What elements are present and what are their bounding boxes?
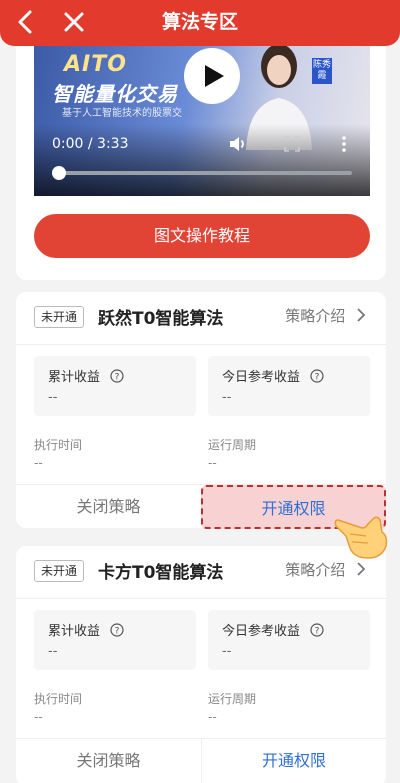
strategy-intro-link[interactable]: 策略介绍 bbox=[285, 559, 366, 580]
action-row: 关闭策略 开通权限 bbox=[16, 738, 386, 783]
cumulative-return-label: 累计收益 bbox=[48, 624, 101, 639]
video-controls-gradient bbox=[34, 124, 370, 196]
svg-text:?: ? bbox=[115, 373, 120, 383]
execution-time-label: 执行时间 bbox=[34, 692, 83, 706]
close-strategy-button[interactable]: 关闭策略 bbox=[16, 739, 201, 783]
cumulative-return-box: 累计收益 ? -- bbox=[34, 610, 196, 670]
help-icon[interactable]: ? bbox=[110, 369, 124, 383]
presenter-tag: 陈秀霞 bbox=[312, 58, 332, 84]
execution-time-value: -- bbox=[34, 710, 43, 724]
cumulative-return-value: -- bbox=[48, 390, 58, 405]
run-cycle-label: 运行周期 bbox=[208, 438, 257, 452]
algorithm-card: 未开通 卡方T0智能算法 策略介绍 累计收益 ? -- 今日参考收益 ? -- … bbox=[16, 546, 386, 783]
tutorial-button[interactable]: 图文操作教程 bbox=[34, 214, 370, 258]
help-icon[interactable]: ? bbox=[110, 623, 124, 637]
cumulative-return-box: 累计收益 ? -- bbox=[34, 356, 196, 416]
run-cycle-value: -- bbox=[208, 710, 217, 724]
close-strategy-button[interactable]: 关闭策略 bbox=[16, 485, 201, 529]
chevron-right-icon bbox=[357, 308, 366, 322]
run-cycle-value: -- bbox=[208, 456, 217, 470]
strategy-intro-link[interactable]: 策略介绍 bbox=[285, 305, 366, 326]
svg-text:?: ? bbox=[115, 627, 120, 637]
strategy-intro-label: 策略介绍 bbox=[285, 561, 346, 579]
chevron-right-icon bbox=[357, 562, 366, 576]
execution-time-label: 执行时间 bbox=[34, 438, 83, 452]
algorithm-card: 未开通 跃然T0智能算法 策略介绍 累计收益 ? -- 今日参考收益 ? -- … bbox=[16, 292, 386, 529]
progress-track[interactable] bbox=[60, 171, 352, 175]
svg-text:?: ? bbox=[315, 627, 320, 637]
today-return-value: -- bbox=[222, 644, 232, 659]
status-badge: 未开通 bbox=[34, 560, 85, 582]
action-row: 关闭策略 开通权限 bbox=[16, 484, 386, 529]
play-button[interactable] bbox=[184, 48, 240, 104]
app-header: 算法专区 bbox=[0, 0, 400, 46]
video-player[interactable]: AITO 智能量化交易 基于人工智能技术的股票交 陈秀霞 0:00 / 3:33 bbox=[34, 40, 370, 196]
algorithm-name: 跃然T0智能算法 bbox=[98, 309, 224, 329]
today-return-label: 今日参考收益 bbox=[222, 370, 301, 385]
pointing-hand-icon bbox=[334, 516, 388, 559]
divider bbox=[16, 598, 386, 599]
execution-time-value: -- bbox=[34, 456, 43, 470]
today-return-box: 今日参考收益 ? -- bbox=[208, 610, 370, 670]
help-icon[interactable]: ? bbox=[310, 369, 324, 383]
run-cycle-label: 运行周期 bbox=[208, 692, 257, 706]
today-return-label: 今日参考收益 bbox=[222, 624, 301, 639]
back-arrow-icon[interactable] bbox=[10, 6, 42, 38]
status-badge: 未开通 bbox=[34, 306, 85, 328]
play-icon bbox=[205, 65, 224, 87]
today-return-value: -- bbox=[222, 390, 232, 405]
volume-icon[interactable] bbox=[228, 134, 248, 154]
progress-knob[interactable] bbox=[52, 166, 66, 180]
video-tagline: 基于人工智能技术的股票交 bbox=[62, 108, 182, 119]
more-options-icon[interactable] bbox=[340, 135, 348, 153]
open-permission-button[interactable]: 开通权限 bbox=[201, 739, 386, 783]
cumulative-return-label: 累计收益 bbox=[48, 370, 101, 385]
video-time: 0:00 / 3:33 bbox=[52, 136, 129, 152]
help-icon[interactable]: ? bbox=[310, 623, 324, 637]
video-headline: 智能量化交易 bbox=[52, 82, 178, 106]
algorithm-name: 卡方T0智能算法 bbox=[98, 563, 224, 583]
cumulative-return-value: -- bbox=[48, 644, 58, 659]
today-return-box: 今日参考收益 ? -- bbox=[208, 356, 370, 416]
close-icon[interactable] bbox=[58, 6, 90, 38]
divider bbox=[16, 344, 386, 345]
fullscreen-icon[interactable] bbox=[284, 136, 300, 152]
video-logo: AITO bbox=[64, 52, 127, 77]
svg-text:?: ? bbox=[315, 373, 320, 383]
strategy-intro-label: 策略介绍 bbox=[285, 307, 346, 325]
